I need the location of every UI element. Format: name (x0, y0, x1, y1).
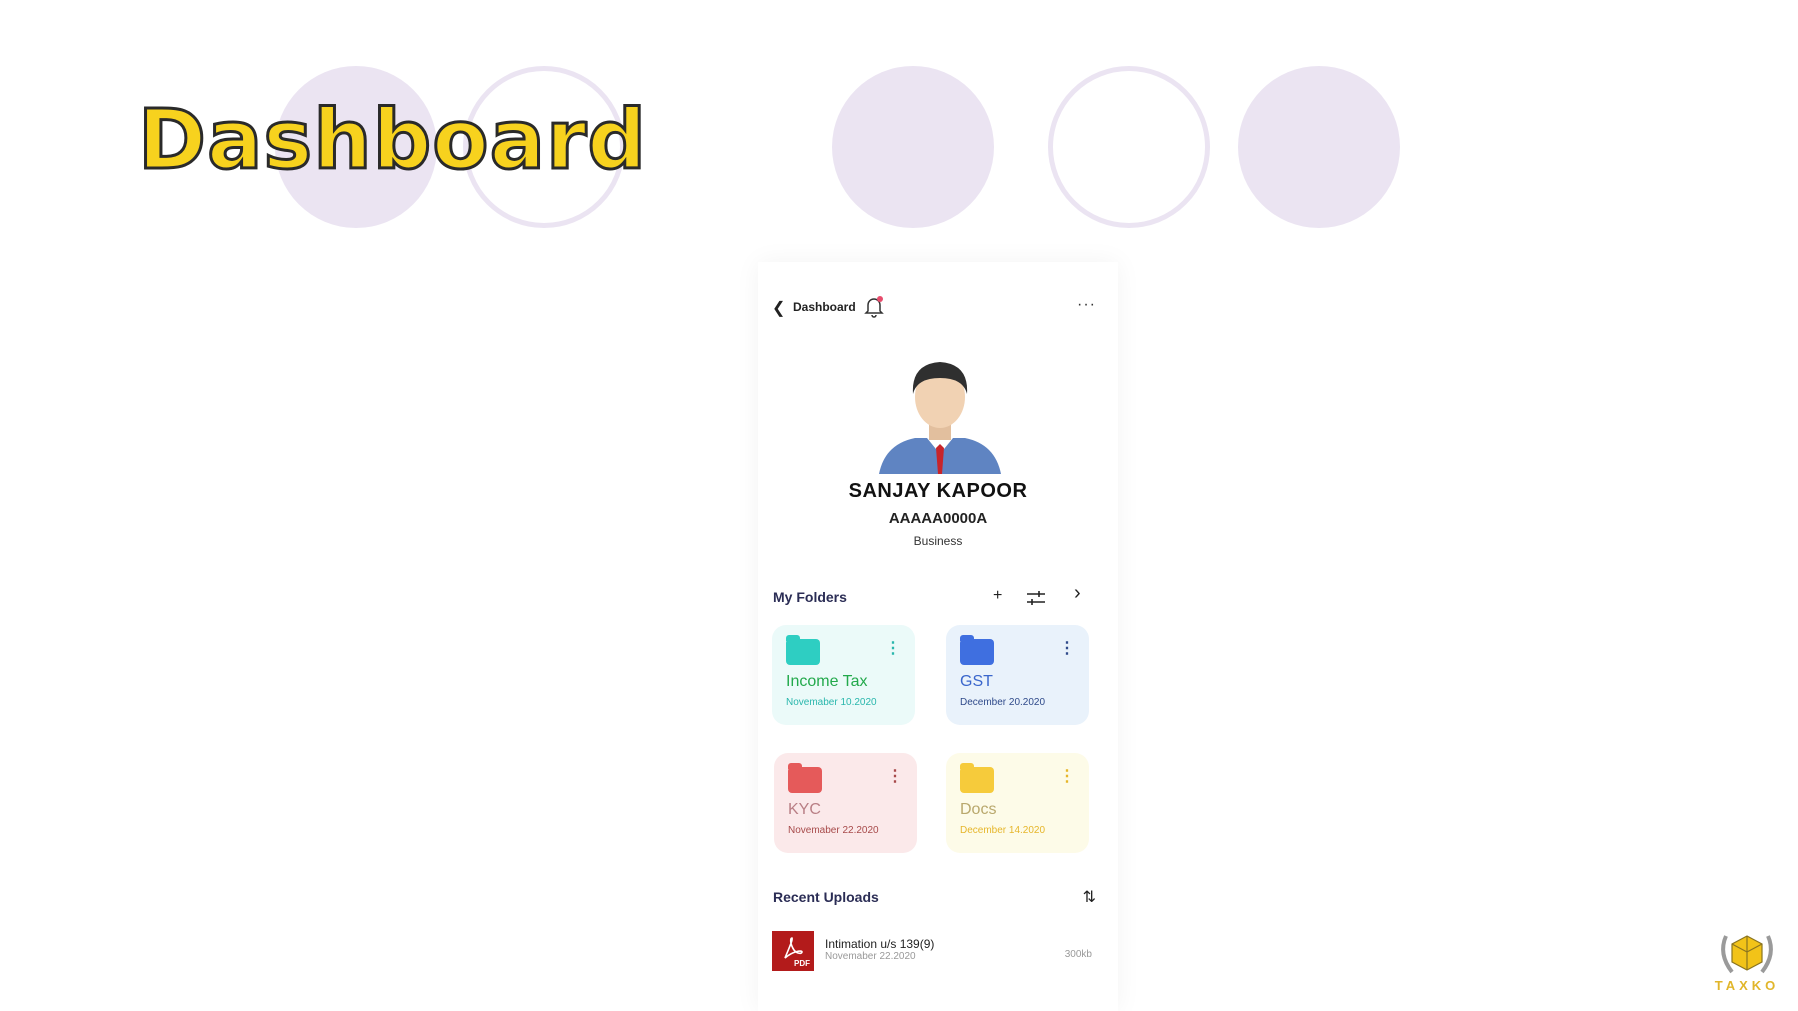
folder-title: GST (960, 673, 993, 690)
profile-pan: AAAAA0000A (888, 510, 988, 527)
folder-icon (960, 763, 994, 793)
brand-text: TAXKO (1714, 978, 1780, 993)
folder-card-income-tax[interactable]: ⋮ Income Tax Novemaber 10.2020 (772, 625, 915, 725)
folder-title: Docs (960, 801, 997, 818)
profile-type: Business (913, 534, 963, 548)
folder-icon (786, 635, 820, 665)
sort-icon[interactable]: ⇅ (1083, 887, 1096, 907)
folder-date: December 14.2020 (960, 825, 1046, 836)
phone-screen: ❮ Dashboard ··· SANJAY KAPOOR AAAAA0000A… (758, 262, 1118, 1011)
sliders-icon[interactable] (1026, 590, 1046, 611)
more-horizontal-icon[interactable]: ··· (1077, 296, 1096, 314)
list-item[interactable]: PDF Intimation u/s 139(9) Novemaber 22.2… (772, 931, 1092, 973)
folder-date: Novemaber 10.2020 (786, 697, 877, 708)
slide-title: Dashboard (136, 93, 648, 188)
chevron-left-icon[interactable]: ❮ (772, 298, 785, 318)
pdf-icon: PDF (772, 931, 814, 971)
add-folder-button[interactable]: + (993, 587, 1002, 605)
file-date: Novemaber 22.2020 (825, 951, 916, 962)
recent-uploads-heading: Recent Uploads (773, 889, 879, 905)
decor-ring (1048, 66, 1210, 228)
file-size: 300kb (1064, 949, 1092, 960)
folders-heading: My Folders (773, 589, 847, 605)
folder-title: Income Tax (786, 673, 868, 690)
next-chevron-button[interactable]: › (1074, 582, 1081, 605)
kebab-menu-icon[interactable]: ⋮ (1059, 641, 1075, 657)
decor-circle (832, 66, 994, 228)
folder-card-kyc[interactable]: ⋮ KYC Novemaber 22.2020 (774, 753, 917, 853)
folder-icon (960, 635, 994, 665)
kebab-menu-icon[interactable]: ⋮ (1059, 769, 1075, 785)
top-bar: ❮ Dashboard ··· (758, 292, 1118, 322)
kebab-menu-icon[interactable]: ⋮ (887, 769, 903, 785)
avatar (875, 352, 1005, 479)
file-name: Intimation u/s 139(9) (825, 937, 935, 951)
folder-card-docs[interactable]: ⋮ Docs December 14.2020 (946, 753, 1089, 853)
folder-card-gst[interactable]: ⋮ GST December 20.2020 (946, 625, 1089, 725)
pdf-badge: PDF (794, 959, 810, 968)
bell-icon[interactable] (862, 294, 886, 323)
folder-title: KYC (788, 801, 821, 818)
profile-name: SANJAY KAPOOR (848, 480, 1028, 502)
folder-date: Novemaber 22.2020 (788, 825, 879, 836)
folder-icon (788, 763, 822, 793)
kebab-menu-icon[interactable]: ⋮ (885, 641, 901, 657)
screen-title: Dashboard (793, 300, 856, 314)
decor-circle (1238, 66, 1400, 228)
folder-date: December 20.2020 (960, 697, 1046, 708)
